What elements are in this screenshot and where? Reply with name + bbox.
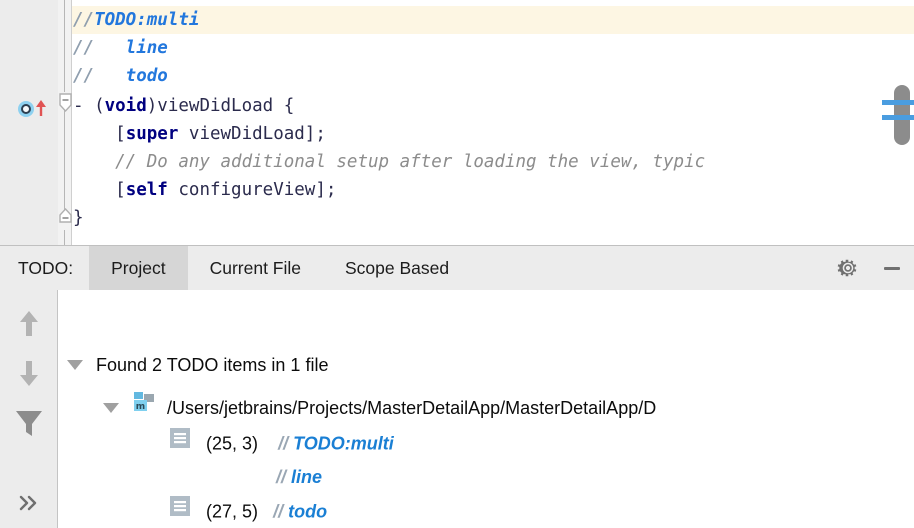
collapse-triangle-icon[interactable] [103, 403, 119, 413]
code-token-comment-slashes: // [73, 38, 95, 58]
code-line[interactable]: // line [73, 34, 168, 62]
code-token-plain: [ [73, 124, 126, 144]
todo-item-text: line [291, 467, 323, 487]
code-token-plain: configureView]; [167, 180, 337, 200]
ide-window: //TODO:multi// line// todo - (void)viewDi… [0, 0, 914, 528]
code-token-plain: [ [73, 180, 126, 200]
tab-project-label: Project [111, 257, 166, 278]
tab-scope-based[interactable]: Scope Based [323, 246, 471, 291]
todo-item-text: todo [288, 501, 328, 522]
tab-current-file-label: Current File [209, 257, 301, 278]
code-line[interactable]: } [73, 204, 84, 232]
hide-panel-button[interactable] [870, 246, 914, 291]
editor-scrollbar[interactable] [882, 0, 914, 245]
code-line[interactable]: //TODO:multi [73, 6, 199, 34]
code-token-plain: } [73, 208, 84, 228]
code-token-comment-slashes: // [73, 66, 95, 86]
code-token-keyword: self [125, 180, 168, 200]
code-token-todo: line [94, 38, 168, 58]
code-line[interactable]: - (void)viewDidLoad { [73, 92, 294, 120]
tab-project[interactable]: Project [89, 245, 188, 291]
svg-text:m: m [136, 402, 145, 412]
tab-scope-based-label: Scope Based [345, 257, 450, 278]
todo-file-path: /Users/jetbrains/Projects/MasterDetailAp… [167, 397, 657, 418]
todo-item-continuation-row[interactable]: // line [169, 460, 322, 494]
todo-header: TODO: Project Current File Scope Based [0, 245, 914, 291]
todo-item-slashes: // [276, 467, 287, 487]
expand-toolbar-button[interactable] [0, 478, 58, 528]
gear-icon [837, 259, 857, 277]
code-token-plain: - ( [73, 96, 105, 116]
todo-item-position: (27, 5) [206, 501, 259, 522]
todo-line-icon [169, 426, 191, 460]
todo-item-text: TODO:multi [293, 433, 394, 454]
settings-gear-button[interactable] [826, 246, 870, 291]
previous-occurrence-button[interactable] [0, 298, 58, 348]
overridden-method-marker-icon[interactable] [17, 99, 51, 117]
code-line[interactable]: // todo [73, 62, 168, 90]
todo-item-slashes: // [273, 501, 284, 522]
fold-guide-line [64, 230, 65, 245]
todo-scroll-marker[interactable] [882, 115, 914, 120]
code-token-plain: )viewDidLoad { [146, 96, 295, 116]
todo-item-position: (25, 3) [206, 433, 259, 454]
todo-tool-window: TODO: Project Current File Scope Based F… [0, 245, 914, 528]
todo-item-row[interactable]: (27, 5) // todo [169, 494, 327, 528]
minimize-icon [884, 267, 900, 270]
fold-widget-collapse-icon[interactable] [59, 93, 72, 113]
code-token-todo: todo [94, 66, 168, 86]
todo-item-slashes: // [278, 433, 289, 454]
double-chevron-right-icon [19, 495, 37, 511]
todo-summary-label: Found 2 TODO items in 1 file [96, 355, 329, 375]
tree-row-summary[interactable]: Found 2 TODO items in 1 file [67, 348, 328, 382]
code-token-comment-slashes: // [73, 10, 95, 30]
code-editor[interactable]: //TODO:multi// line// todo - (void)viewDi… [0, 0, 914, 245]
code-line[interactable]: // Do any additional setup after loading… [73, 148, 705, 176]
code-token-comment: // Do any additional setup after loading… [73, 152, 706, 172]
todo-line-icon [169, 494, 191, 528]
funnel-icon [16, 411, 42, 436]
todo-scroll-marker[interactable] [882, 100, 914, 105]
todo-item-row[interactable]: (25, 3) // TODO:multi [169, 426, 394, 460]
editor-gutter[interactable] [0, 0, 58, 245]
next-occurrence-button[interactable] [0, 348, 58, 398]
code-text-area[interactable]: //TODO:multi// line// todo - (void)viewDi… [73, 0, 914, 245]
arrow-down-icon [20, 361, 38, 386]
todo-sidebar-toolbar [0, 290, 58, 528]
fold-guide-line [64, 110, 65, 213]
tab-current-file[interactable]: Current File [188, 246, 323, 291]
code-token-keyword: void [104, 96, 147, 116]
arrow-up-icon [20, 311, 38, 336]
fold-guide-line [64, 0, 65, 92]
code-token-todo: TODO:multi [94, 10, 200, 30]
tree-row-file[interactable]: m /Users/jetbrains/Projects/MasterDetail… [103, 390, 656, 424]
module-icon: m [132, 390, 156, 425]
code-token-plain: viewDidLoad]; [178, 124, 326, 144]
filter-button[interactable] [0, 398, 58, 448]
todo-panel-title: TODO: [18, 257, 74, 278]
collapse-triangle-icon[interactable] [67, 360, 83, 371]
code-token-keyword: super [125, 124, 179, 144]
fold-widget-collapse-end-icon[interactable] [59, 207, 72, 226]
todo-results-tree[interactable]: Found 2 TODO items in 1 file m /Users/je… [59, 290, 914, 528]
code-line[interactable]: [super viewDidLoad]; [73, 120, 326, 148]
code-line[interactable]: [self configureView]; [73, 176, 336, 204]
